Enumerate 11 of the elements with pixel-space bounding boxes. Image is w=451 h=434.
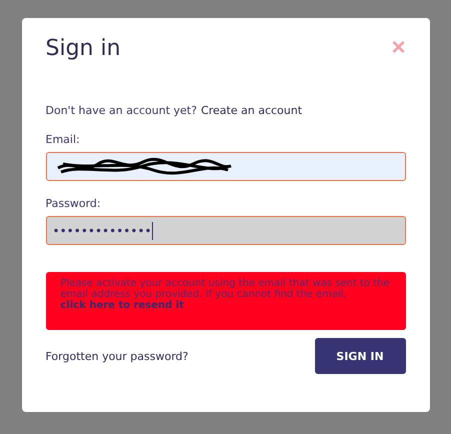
- email-label: Email:: [46, 133, 81, 146]
- create-account-link[interactable]: Create an account: [200, 104, 302, 117]
- forgot-password-link[interactable]: Forgotten your password?: [46, 350, 188, 362]
- signup-prompt: Don't have an account yet?: [46, 104, 197, 117]
- password-value: ••••••••••••••: [52, 224, 152, 238]
- sign-in-button[interactable]: SIGN IN: [314, 338, 406, 374]
- password-field[interactable]: ••••••••••••••: [46, 216, 406, 245]
- password-label: Password:: [46, 197, 102, 210]
- dialog-title: Sign in: [46, 36, 121, 60]
- email-field[interactable]: [46, 152, 406, 181]
- error-message: Please activate your account using the email that was sent to the email address you provided. If you cannot find the email, click here to resend it: [60, 278, 390, 311]
